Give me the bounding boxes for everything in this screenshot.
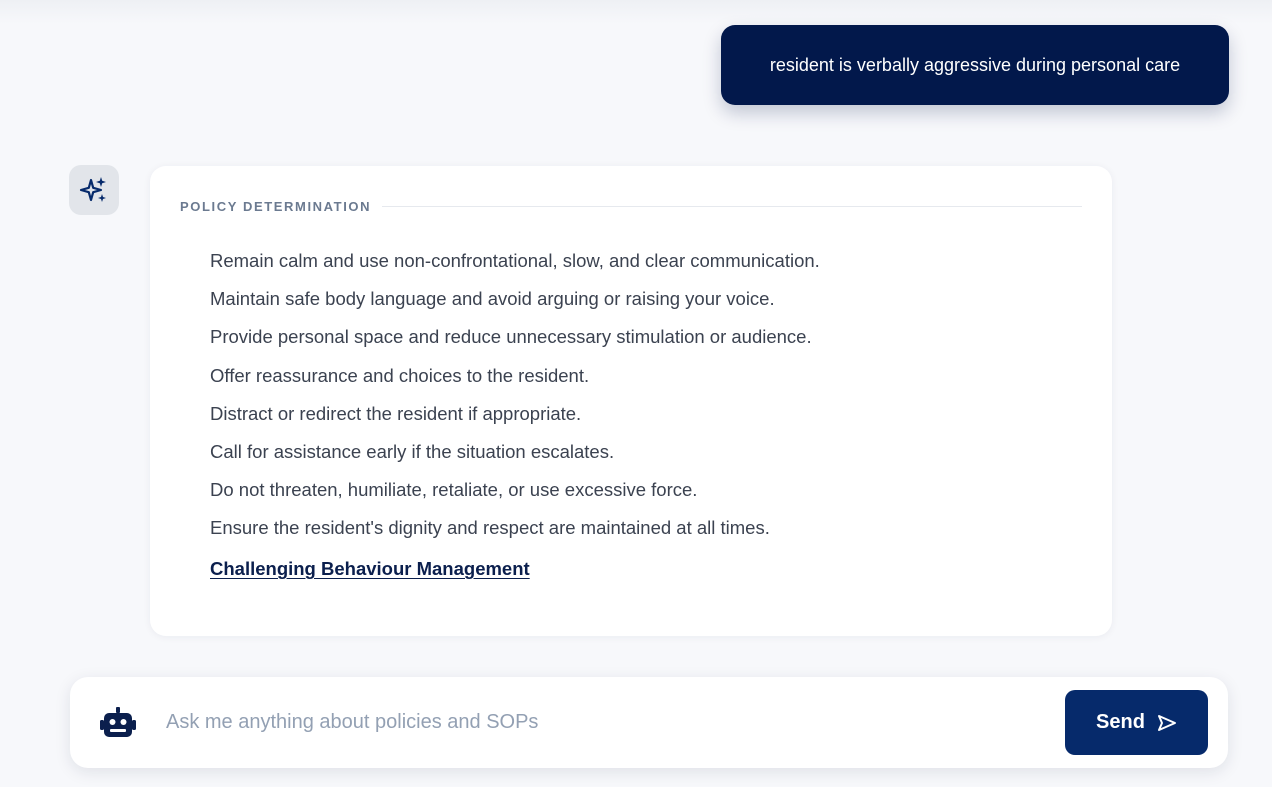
policy-list: Remain calm and use non-confrontational,… — [210, 242, 820, 548]
policy-item: Provide personal space and reduce unnece… — [210, 326, 812, 348]
chat-composer: Send — [70, 677, 1228, 768]
robot-icon-container — [99, 705, 137, 741]
header-divider — [382, 205, 1082, 207]
send-button[interactable]: Send — [1065, 690, 1208, 755]
policy-determination-heading: POLICY DETERMINATION — [180, 198, 372, 214]
policy-item: Maintain safe body language and avoid ar… — [210, 288, 775, 310]
robot-icon — [100, 707, 136, 737]
policy-item: Remain calm and use non-confrontational,… — [210, 250, 820, 271]
policy-item: Call for assistance early if the situati… — [210, 441, 615, 463]
user-message-bubble: resident is verbally aggressive during p… — [721, 25, 1229, 105]
card-header: POLICY DETERMINATION — [180, 197, 1082, 215]
sparkles-icon — [79, 177, 106, 202]
policy-item: Offer reassurance and choices to the res… — [210, 364, 590, 386]
policy-item: Distract or redirect the resident if app… — [210, 402, 582, 424]
top-fade — [0, 0, 1272, 24]
chat-input[interactable] — [166, 699, 1046, 745]
policy-document-link[interactable]: Challenging Behaviour Management — [210, 558, 530, 580]
policy-item: Do not threaten, humiliate, retaliate, o… — [210, 479, 698, 501]
policy-item: Ensure the resident's dignity and respec… — [210, 517, 770, 539]
send-button-label: Send — [1096, 711, 1145, 733]
send-arrow-icon — [1157, 714, 1176, 731]
assistant-avatar — [69, 165, 119, 215]
policy-response-card: POLICY DETERMINATION Remain calm and use… — [150, 166, 1112, 636]
user-message-text: resident is verbally aggressive during p… — [769, 54, 1181, 75]
